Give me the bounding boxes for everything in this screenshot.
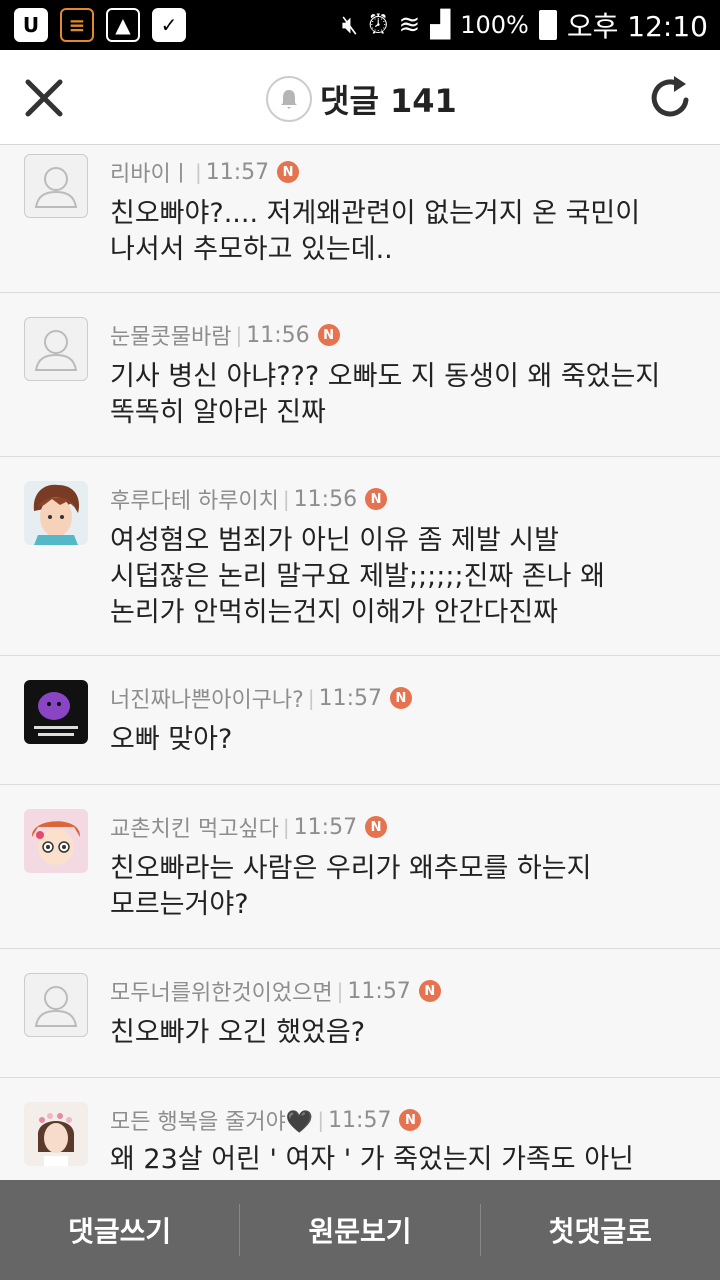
refresh-icon[interactable]	[648, 72, 694, 130]
mute-icon: 🔇︎	[341, 9, 359, 40]
page-title: 댓글 141	[320, 82, 457, 120]
comment-item: 후루다테 하루이치 | 11:56 N 여성혐오 범죄가 아닌 이유 좀 제발 시발 …	[0, 457, 720, 656]
memo-icon: ≡	[60, 8, 94, 42]
new-badge: N	[390, 687, 412, 709]
alarm-icon: ⏰︎	[368, 9, 389, 40]
comment-text: 여성혐오 범죄가 아닌 이유 좀 제발 시발 시덥잖은 논리 말구요 제발;;;…	[110, 525, 605, 628]
comment-time: 11:57	[205, 159, 270, 185]
comment-time: 11:57	[347, 978, 411, 1004]
comment-text: 친오빠야?.... 저게왜관련이 없는거지 온 국민이 나서서 추모하고 있는데…	[110, 198, 641, 265]
comment-item: 모두너를위한것이었으면 | 11:57 N 친오빠가 오긴 했었음?	[0, 949, 720, 1078]
status-bar: U ≡ ▲ ✓ 🔇︎ ⏰︎ ≋ ▟ 100% 오후 12:10	[0, 0, 720, 50]
comment-meta: 모두너를위한것이었으면 | 11:57 N	[110, 975, 441, 1007]
default-avatar-icon[interactable]	[24, 317, 88, 381]
wifi-icon: ≋	[398, 10, 421, 40]
default-avatar-icon[interactable]	[24, 154, 88, 218]
comment-text: 왜 23살 어린 ' 여자 ' 가 죽었는지 가족도 아닌	[110, 1144, 634, 1175]
battery-icon	[538, 10, 557, 40]
signal-icon: ▟	[430, 10, 451, 40]
battery-percent: 100%	[460, 11, 529, 39]
comment-author[interactable]: 눈물콧물바람	[110, 319, 231, 351]
comment-meta: 리바이ㅣ | 11:57 N	[110, 156, 300, 188]
briefcase-icon: ✓	[152, 8, 186, 42]
comment-item: 리바이ㅣ | 11:57 N 친오빠야?.... 저게왜관련이 없는거지 온 국민이 …	[0, 146, 720, 293]
comment-time: 11:57	[293, 814, 358, 840]
u-plus-icon: U	[14, 8, 48, 42]
comment-item: 너진짜나쁜아이구나? | 11:57 N 오빠 맞아?	[0, 656, 720, 785]
default-avatar-icon[interactable]	[24, 973, 88, 1037]
new-badge: N	[399, 1109, 422, 1131]
comment-author[interactable]: 리바이ㅣ	[110, 156, 191, 188]
new-badge: N	[277, 161, 300, 183]
bell-icon[interactable]	[266, 76, 312, 122]
comment-meta: 모든 행복을 줄거야🖤 | 11:57 N	[110, 1104, 422, 1136]
bottom-action-bar: 댓글쓰기 원문보기 첫댓글로	[0, 1180, 720, 1280]
comment-author[interactable]: 교촌치킨 먹고싶다	[110, 811, 279, 843]
comment-meta: 너진짜나쁜아이구나? | 11:57 N	[110, 682, 412, 714]
view-original-button[interactable]: 원문보기	[240, 1180, 479, 1280]
purple-character-avatar-icon[interactable]	[24, 680, 88, 744]
comment-text: 친오빠가 오긴 했었음?	[110, 1017, 366, 1048]
new-badge: N	[418, 980, 441, 1002]
comment-author[interactable]: 너진짜나쁜아이구나?	[110, 682, 304, 714]
comment-text: 오빠 맞아?	[110, 724, 233, 755]
comment-item: 눈물콧물바람 | 11:56 N 기사 병신 아냐??? 오빠도 지 동생이 왜 죽었…	[0, 293, 720, 457]
comment-author[interactable]: 후루다테 하루이치	[110, 483, 279, 515]
close-icon[interactable]	[18, 72, 70, 124]
new-badge: N	[317, 324, 340, 346]
comment-author[interactable]: 모두너를위한것이었으면	[110, 975, 333, 1007]
anime-boy-avatar-icon[interactable]	[24, 481, 88, 545]
comment-time: 11:57	[328, 1107, 392, 1133]
new-badge: N	[365, 816, 388, 838]
gallery-icon: ▲	[106, 8, 140, 42]
comment-time: 11:56	[293, 486, 358, 512]
comment-time: 11:57	[318, 685, 382, 711]
first-comment-button[interactable]: 첫댓글로	[481, 1180, 720, 1280]
write-comment-button[interactable]: 댓글쓰기	[0, 1180, 239, 1280]
comment-item: 모든 행복을 줄거야🖤 | 11:57 N 왜 23살 어린 ' 여자 ' 가 죽었는…	[0, 1078, 720, 1180]
comment-text: 친오빠라는 사람은 우리가 왜추모를 하는지 모르는거야?	[110, 853, 592, 920]
clock: 오후 12:10	[566, 10, 708, 43]
comment-time: 11:56	[246, 322, 310, 348]
comment-item: 교촌치킨 먹고싶다 | 11:57 N 친오빠라는 사람은 우리가 왜추모를 하는지 …	[0, 785, 720, 949]
comment-meta: 눈물콧물바람 | 11:56 N	[110, 319, 340, 351]
comment-meta: 후루다테 하루이치 | 11:56 N	[110, 483, 388, 515]
comment-list[interactable]: 리바이ㅣ | 11:57 N 친오빠야?.... 저게왜관련이 없는거지 온 국민이 …	[0, 146, 720, 1180]
new-badge: N	[365, 488, 388, 510]
cartoon-girl-avatar-icon[interactable]	[24, 809, 88, 873]
app-header: 댓글 141	[0, 50, 720, 145]
comment-meta: 교촌치킨 먹고싶다 | 11:57 N	[110, 811, 388, 843]
photo-girl-avatar-icon[interactable]	[24, 1102, 88, 1166]
comment-text: 기사 병신 아냐??? 오빠도 지 동생이 왜 죽었는지 똑똑히 알아라 진짜	[110, 361, 661, 428]
comment-author[interactable]: 모든 행복을 줄거야🖤	[110, 1104, 313, 1136]
